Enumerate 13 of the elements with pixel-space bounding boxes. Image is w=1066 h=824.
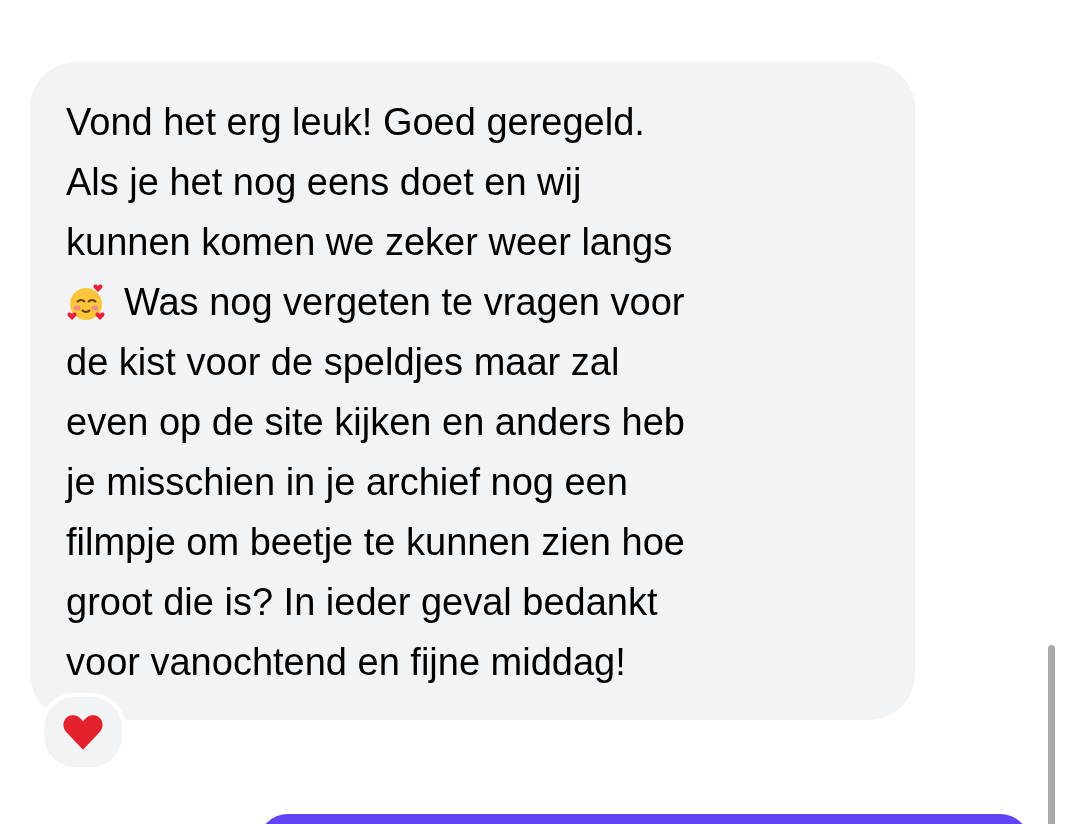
message-text: kunnen komen we zeker weer langs (66, 220, 673, 265)
message-text: Als je het nog eens doet en wij (66, 160, 582, 205)
heart-icon (62, 713, 104, 751)
message-text: je misschien in je archief nog een (66, 460, 628, 505)
message-text: Vond het erg leuk! Goed geregeld. (66, 100, 645, 145)
message-text: even op de site kijken en anders heb (66, 400, 685, 445)
message-text: filmpje om beetje te kunnen zien hoe (66, 520, 685, 565)
message-text: Was nog vergeten te vragen voor (124, 280, 685, 325)
scrollbar[interactable] (1048, 645, 1055, 824)
message-text: de kist voor de speldjes maar zal (66, 340, 620, 385)
message-text: voor vanochtend en fijne middag! (66, 640, 626, 685)
message-text: groot die is? In ieder geval bedankt (66, 580, 658, 625)
smiling-face-hearts-icon (66, 282, 106, 322)
